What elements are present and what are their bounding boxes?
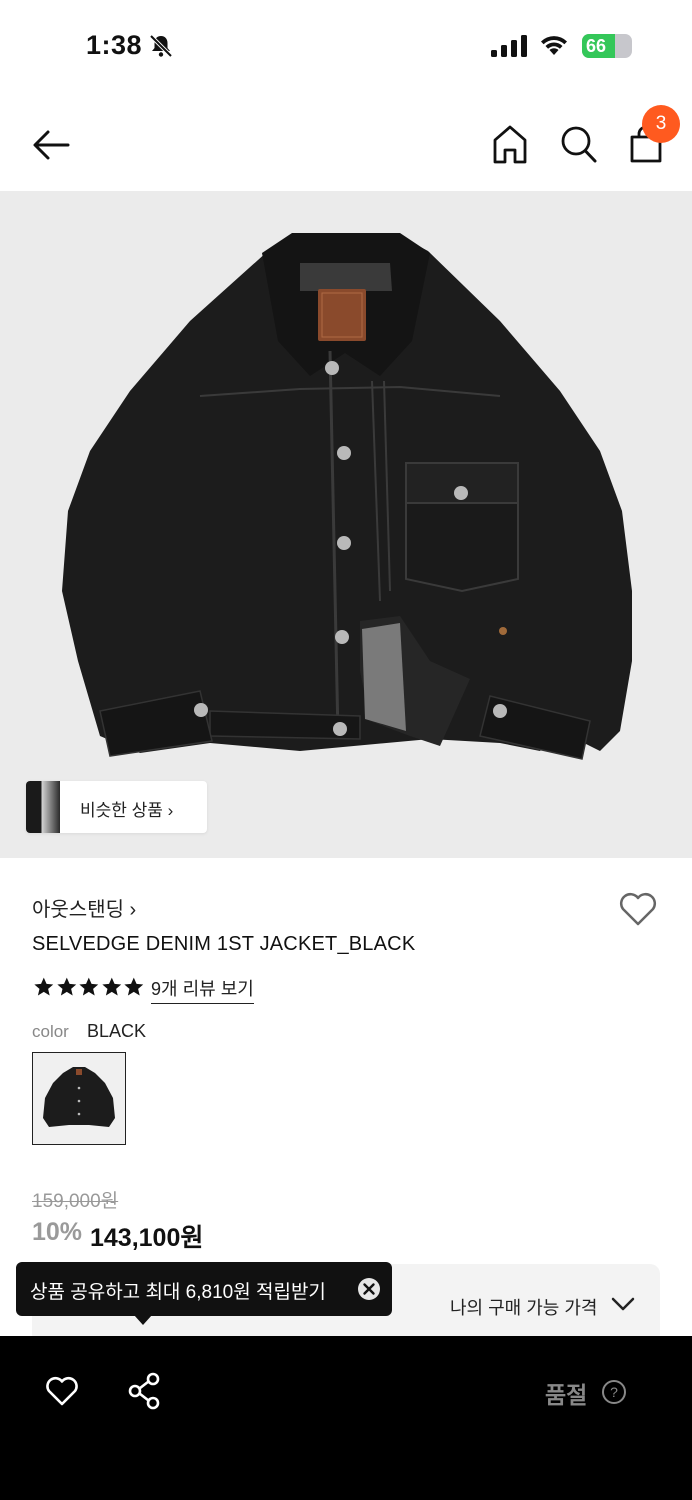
- soldout-label: 품절: [545, 1382, 588, 1408]
- product-image[interactable]: 비슷한 상품 ›: [0, 191, 692, 858]
- home-icon[interactable]: [490, 122, 530, 166]
- cart-count-badge: 3: [642, 105, 680, 143]
- search-icon[interactable]: [557, 122, 599, 166]
- battery-indicator: 66: [582, 34, 632, 58]
- color-value: BLACK: [87, 1021, 147, 1041]
- status-bar: 1:38 66: [0, 0, 692, 92]
- chevron-down-icon: [611, 1297, 635, 1311]
- star-icon: [34, 977, 54, 996]
- review-link[interactable]: 9개 리뷰 보기: [151, 975, 254, 1004]
- discount-rate: 10%: [32, 1218, 83, 1246]
- my-price-label: 나의 구매 가능 가격: [450, 1298, 598, 1318]
- star-icon: [56, 977, 76, 996]
- bottom-action-bar: 품절 ?: [0, 1336, 692, 1500]
- signal-icon: [491, 35, 527, 57]
- similar-products-button[interactable]: 비슷한 상품 ›: [26, 781, 207, 833]
- rating-stars: [33, 976, 145, 998]
- star-icon: [102, 977, 122, 996]
- color-label: color: [32, 1022, 69, 1041]
- similar-products-label: 비슷한 상품 ›: [80, 801, 174, 820]
- help-icon[interactable]: ?: [601, 1379, 627, 1405]
- wifi-icon: [541, 36, 567, 55]
- jacket-thumbnail: [33, 1053, 125, 1143]
- share-icon[interactable]: [127, 1372, 161, 1410]
- sale-price: 143,100원: [90, 1224, 204, 1252]
- heart-icon[interactable]: [617, 889, 659, 929]
- back-arrow-icon[interactable]: [30, 124, 72, 166]
- battery-percent: 66: [586, 36, 607, 56]
- bell-muted-icon: [149, 34, 173, 58]
- tooltip-tail: [134, 1315, 152, 1325]
- brand-link[interactable]: 아웃스탠딩 ›: [32, 893, 136, 922]
- product-name: SELVEDGE DENIM 1ST JACKET_BLACK: [32, 933, 416, 955]
- wishlist-heart-icon[interactable]: [44, 1374, 80, 1408]
- color-swatch-black[interactable]: [32, 1052, 126, 1145]
- top-nav: 3: [0, 100, 692, 190]
- star-icon: [124, 977, 144, 996]
- denim-jacket-image: [0, 191, 692, 858]
- star-icon: [79, 977, 99, 996]
- close-icon[interactable]: [356, 1276, 382, 1302]
- svg-text:?: ?: [610, 1384, 618, 1400]
- similar-product-thumbnail: [26, 781, 60, 833]
- original-price: 159,000원: [32, 1191, 119, 1212]
- share-reward-tooltip: 상품 공유하고 최대 6,810원 적립받기: [16, 1262, 392, 1316]
- tooltip-text: 상품 공유하고 최대 6,810원 적립받기: [30, 1282, 326, 1303]
- status-time: 1:38: [86, 30, 143, 60]
